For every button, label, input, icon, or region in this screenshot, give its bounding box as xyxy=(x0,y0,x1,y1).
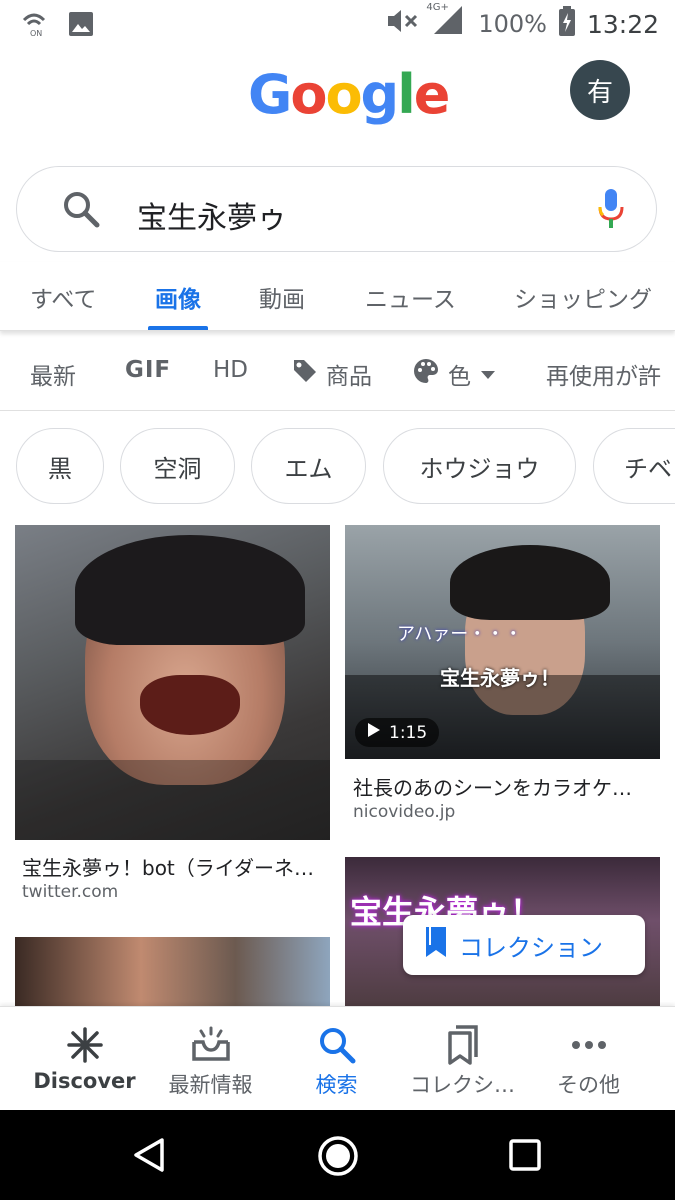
tab-shopping[interactable]: ショッピング xyxy=(514,280,652,314)
filter-latest[interactable]: 最新 xyxy=(30,357,76,391)
result-thumbnail-2[interactable]: アハァー・・・ 宝生永夢ゥ！ 1:15 xyxy=(345,525,660,759)
svg-text:ON: ON xyxy=(30,29,42,38)
video-duration-badge: 1:15 xyxy=(355,718,440,747)
tab-all[interactable]: すべて xyxy=(30,280,96,314)
active-tab-indicator xyxy=(148,326,208,330)
chip-houjou[interactable]: ホウジョウ xyxy=(383,428,576,504)
tab-images[interactable]: 画像 xyxy=(155,280,201,314)
result-caption-1[interactable]: 宝生永夢ゥ！bot（ライダーネ… xyxy=(22,852,322,881)
battery-charging-icon xyxy=(558,6,575,42)
updates-tray-icon xyxy=(191,1025,231,1065)
credits-band xyxy=(15,760,330,840)
filter-color[interactable]: 色 xyxy=(412,357,497,391)
chip-hollow[interactable]: 空洞 xyxy=(120,428,235,504)
tag-icon xyxy=(292,358,318,390)
search-icon xyxy=(61,189,101,233)
result-thumbnail-1[interactable] xyxy=(15,525,330,840)
result-source-1: twitter.com xyxy=(22,882,119,902)
related-chips: 黒 空洞 エム ホウジョウ チベ xyxy=(0,428,675,506)
nav-discover[interactable]: Discover xyxy=(17,1007,152,1111)
chip-chibe[interactable]: チベ xyxy=(593,428,675,504)
system-navigation-bar xyxy=(0,1110,675,1200)
battery-percent: 100% xyxy=(478,10,547,38)
clock: 13:22 xyxy=(586,9,659,39)
search-tabs: すべて 画像 動画 ニュース ショッピング xyxy=(0,262,675,331)
search-icon xyxy=(318,1025,356,1065)
account-avatar[interactable]: 有 xyxy=(570,60,630,120)
chip-black[interactable]: 黒 xyxy=(16,428,104,504)
result-caption-2[interactable]: 社長のあのシーンをカラオケ… xyxy=(353,772,653,801)
mute-icon xyxy=(386,7,420,41)
recents-icon[interactable] xyxy=(508,1138,542,1176)
filter-hd[interactable]: HD xyxy=(213,357,248,383)
search-box[interactable]: 宝生永夢ゥ xyxy=(16,166,657,252)
filter-products[interactable]: 商品 xyxy=(292,357,372,391)
nav-collections[interactable]: コレクシ… xyxy=(395,1007,530,1111)
google-logo: Google xyxy=(248,63,450,126)
status-bar: ON 4G+ 100% 13:22 xyxy=(0,0,675,48)
palette-icon xyxy=(412,357,440,391)
filter-gif[interactable]: GIF xyxy=(125,357,171,383)
tab-videos[interactable]: 動画 xyxy=(259,280,305,314)
collections-icon xyxy=(446,1025,480,1065)
asterisk-icon xyxy=(66,1025,104,1065)
hair-shape xyxy=(450,545,610,620)
gallery-icon xyxy=(68,11,94,41)
bottom-navigation: Discover 最新情報 検索 コレクシ… その他 xyxy=(0,1006,675,1111)
karaoke-line-1: アハァー・・・ xyxy=(397,624,523,645)
result-source-2: nicovideo.jp xyxy=(353,802,456,822)
back-icon[interactable] xyxy=(132,1137,166,1177)
hair-shape xyxy=(75,535,305,645)
mouth-shape xyxy=(140,675,240,735)
nfc-on-icon: ON xyxy=(20,10,48,42)
nav-updates[interactable]: 最新情報 xyxy=(143,1007,278,1111)
filter-reuse[interactable]: 再使用が許 xyxy=(546,357,661,391)
nav-search[interactable]: 検索 xyxy=(269,1007,404,1111)
home-icon[interactable] xyxy=(317,1135,359,1181)
chip-emu[interactable]: エム xyxy=(251,428,366,504)
tab-news[interactable]: ニュース xyxy=(365,280,456,314)
image-filter-bar: 最新 GIF HD 商品 色 再使用が許 xyxy=(0,335,675,411)
bookmark-icon xyxy=(423,925,449,965)
more-dots-icon xyxy=(571,1025,607,1065)
mic-icon[interactable] xyxy=(595,187,627,235)
result-thumbnail-3[interactable] xyxy=(15,937,330,1006)
nav-more[interactable]: その他 xyxy=(521,1007,656,1111)
collection-button[interactable]: コレクション xyxy=(403,915,645,975)
app-header: Google 有 xyxy=(0,55,675,135)
karaoke-line-2: 宝生永夢ゥ！ xyxy=(440,666,560,690)
search-query[interactable]: 宝生永夢ゥ xyxy=(137,193,287,237)
signal-icon: 4G+ xyxy=(426,2,466,42)
dropdown-arrow-icon xyxy=(479,361,497,387)
play-icon xyxy=(367,722,381,743)
